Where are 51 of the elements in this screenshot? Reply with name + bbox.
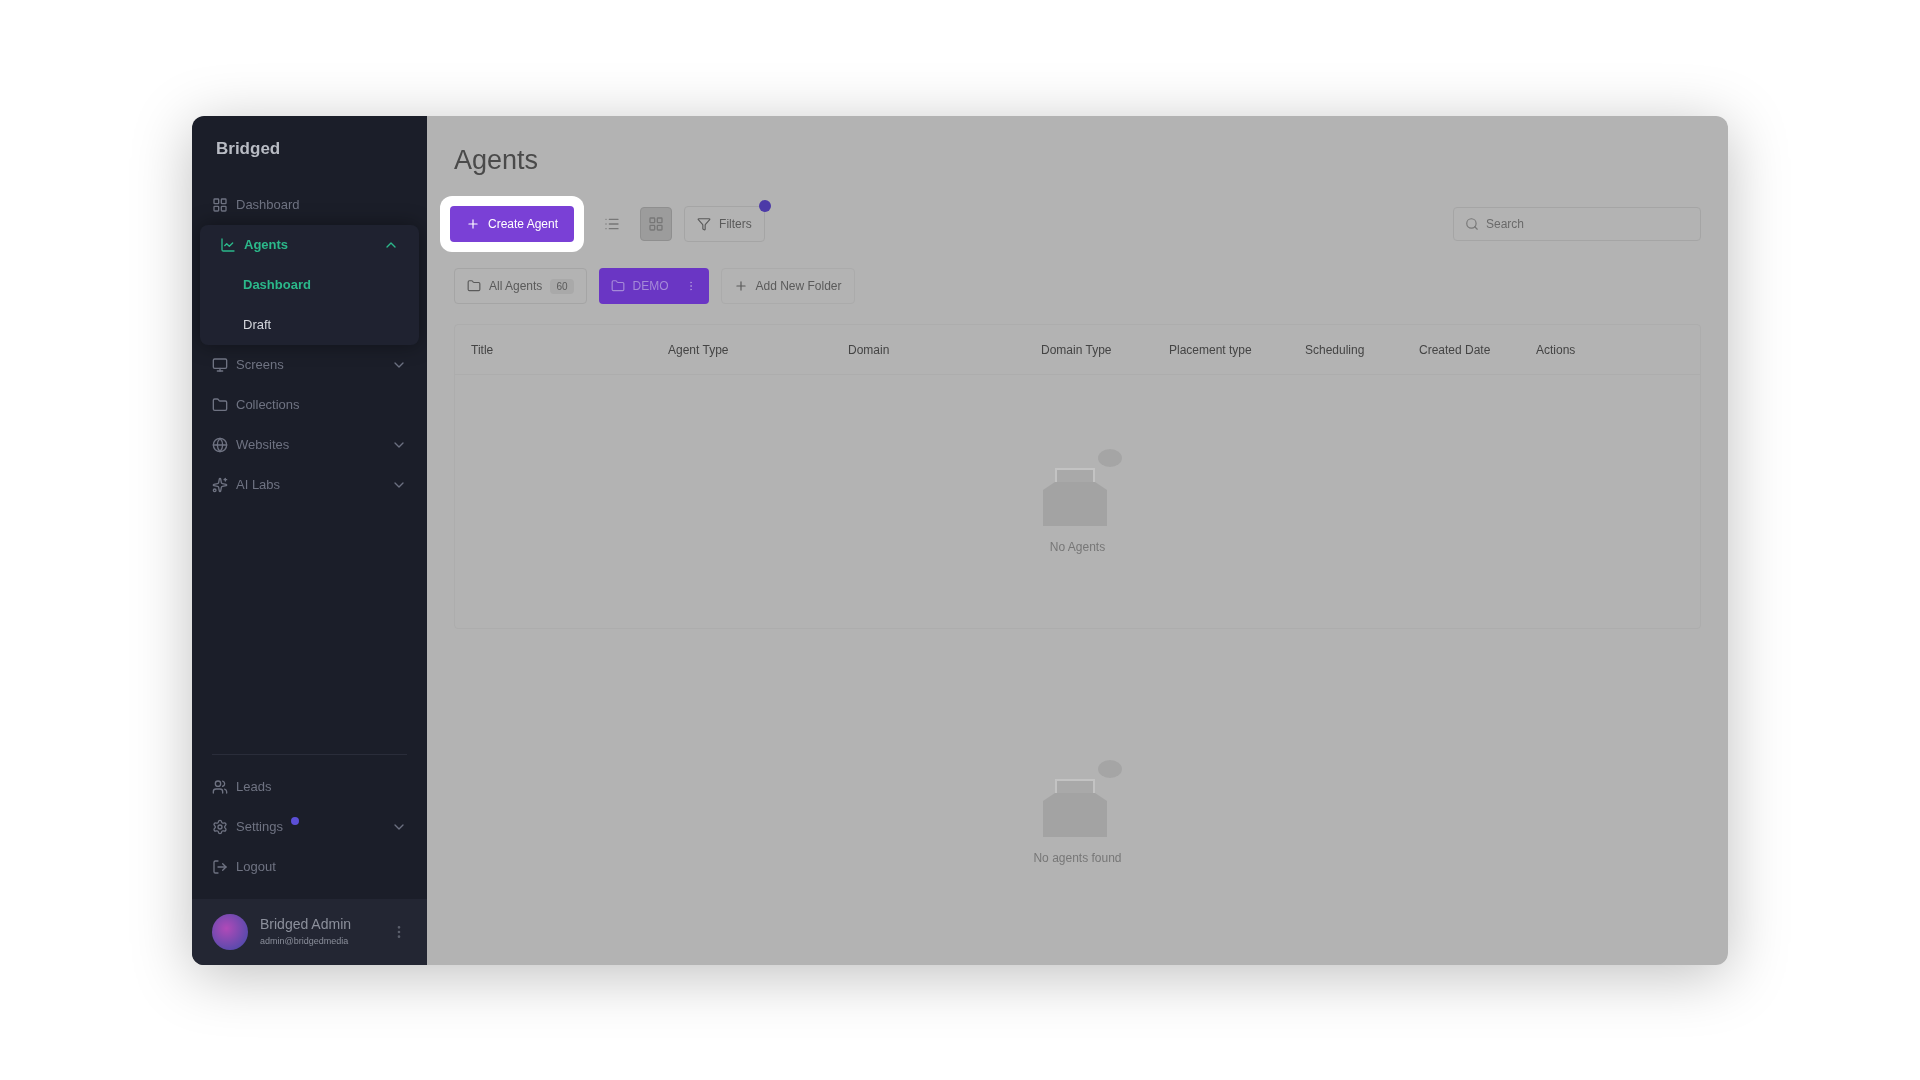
monitor-icon — [212, 357, 228, 373]
sidebar-item[interactable]: Collections — [192, 385, 427, 425]
column-header: Agent Type — [667, 341, 730, 359]
empty-message: No Agents — [1049, 538, 1106, 556]
grid-icon — [648, 216, 665, 232]
user-email: admin@bridgedmedia — [260, 935, 350, 949]
view-toggle-button[interactable] — [640, 207, 673, 241]
sidebar-subitem[interactable]: Dashboard — [200, 265, 419, 305]
column-header: Scheduling — [1304, 341, 1366, 359]
sidebar-item[interactable]: Dashboard — [192, 185, 427, 225]
filter-icon — [697, 217, 712, 231]
users-icon — [212, 778, 228, 795]
create-agent-button[interactable]: Create Agent — [450, 206, 575, 242]
logout-icon — [212, 858, 228, 875]
add-folder-button[interactable]: Add New Folder — [720, 268, 855, 304]
folder-tab[interactable]: All Agents 60 — [454, 268, 587, 304]
plus-icon — [466, 217, 480, 231]
settings-icon — [212, 818, 228, 835]
column-header: Actions — [1535, 341, 1577, 359]
filters-button[interactable]: Filters — [684, 206, 765, 242]
user-name: Bridged Admin — [260, 915, 352, 935]
page-title: Agents — [454, 143, 539, 177]
brand-logo: Bridged — [215, 137, 282, 160]
sidebar-item[interactable]: Logout — [192, 846, 427, 887]
sidebar-item[interactable]: Websites — [192, 425, 427, 465]
search-icon — [1465, 217, 1479, 231]
chart-icon — [220, 237, 236, 253]
plus-icon — [733, 279, 748, 293]
column-header: Title — [470, 341, 495, 359]
sidebar-item[interactable]: Settings — [192, 806, 427, 847]
list-icon — [604, 216, 621, 232]
folder-count: 60 — [550, 278, 574, 294]
column-header: Created Date — [1418, 341, 1492, 359]
sidebar-subitem[interactable]: Draft — [200, 305, 419, 345]
column-header: Domain Type — [1040, 341, 1113, 359]
grid-icon — [212, 197, 228, 213]
folder-icon — [212, 397, 228, 413]
folder-tab[interactable]: DEMO — [598, 268, 709, 304]
avatar — [212, 913, 248, 950]
sparkle-icon — [212, 477, 228, 493]
column-header: Domain — [847, 341, 891, 359]
folder-icon — [610, 279, 625, 293]
sidebar-item[interactable]: AI Labs — [192, 465, 427, 505]
sidebar-item[interactable]: Agents — [200, 225, 419, 265]
sidebar-item[interactable]: Leads — [192, 766, 427, 807]
folder-icon — [467, 279, 481, 293]
empty-message: No agents found — [1033, 849, 1122, 867]
column-header: Placement type — [1168, 341, 1253, 359]
globe-icon — [212, 437, 228, 453]
search-field[interactable]: Search — [1453, 207, 1701, 241]
sidebar-item[interactable]: Screens — [192, 345, 427, 385]
